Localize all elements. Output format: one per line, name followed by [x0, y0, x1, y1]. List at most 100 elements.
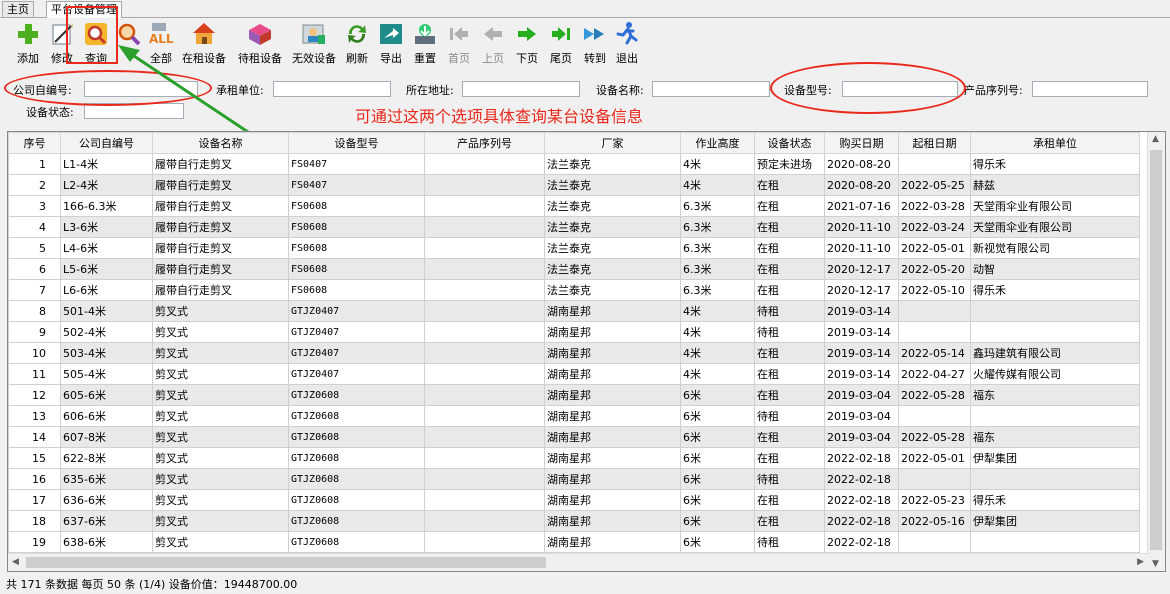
renter-input[interactable]	[273, 81, 391, 97]
table-cell: 2022-05-10	[898, 279, 971, 301]
table-row[interactable]: 6 L5-6米 履带自行走剪叉 FS0608 法兰泰克 6.3米 在租 2020-12-17 2…	[8, 258, 1140, 280]
column-header[interactable]: 序号	[8, 132, 61, 154]
goto-button[interactable]: 转到	[578, 19, 612, 65]
device-grid[interactable]: 序号 公司自编号 设备名称 设备型号 产品序列号 厂家 作业高度 设备状态 购买日期 起租日期 承租…	[7, 131, 1166, 572]
scroll-down-icon[interactable]: ▼	[1152, 559, 1159, 569]
column-header[interactable]: 作业高度	[680, 132, 755, 154]
table-cell: 剪叉式	[152, 489, 289, 511]
reset-button[interactable]: 重置	[408, 19, 442, 65]
column-header[interactable]: 厂家	[544, 132, 681, 154]
vertical-scroll-thumb[interactable]	[1150, 150, 1162, 550]
table-cell: 在租	[754, 447, 825, 469]
table-row[interactable]: 15 622-8米 剪叉式 GTJZ0608 湖南星邦 6米 在租 2022-02-18 202…	[8, 447, 1140, 469]
table-cell: 6.3米	[680, 279, 755, 301]
table-cell	[424, 447, 545, 469]
horizontal-scrollbar[interactable]: ◀ ▶	[8, 553, 1148, 571]
table-cell	[424, 195, 545, 217]
table-cell: 福东	[970, 426, 1140, 448]
table-cell: 5	[8, 237, 61, 259]
table-row[interactable]: 11 505-4米 剪叉式 GTJZ0407 湖南星邦 4米 在租 2019-03-14 202…	[8, 363, 1140, 385]
table-cell: 剪叉式	[152, 300, 289, 322]
column-header[interactable]: 承租单位	[970, 132, 1140, 154]
horizontal-scroll-thumb[interactable]	[26, 557, 546, 568]
table-row[interactable]: 3 166-6.3米 履带自行走剪叉 FS0608 法兰泰克 6.3米 在租 2021-07-…	[8, 195, 1140, 217]
table-cell: 法兰泰克	[544, 153, 681, 175]
table-cell: 在租	[754, 258, 825, 280]
column-header[interactable]: 设备名称	[152, 132, 289, 154]
table-cell: GTJZ0608	[288, 510, 425, 532]
vertical-scrollbar[interactable]: ▲ ▼	[1147, 132, 1165, 571]
table-cell	[424, 342, 545, 364]
table-cell	[424, 510, 545, 532]
invalid-devices-button[interactable]: 无效设备	[288, 19, 340, 65]
table-row[interactable]: 9 502-4米 剪叉式 GTJZ0407 湖南星邦 4米 待租 2019-03-14	[8, 321, 1140, 343]
device-name-input[interactable]	[652, 81, 770, 97]
table-cell: 鑫玛建筑有限公司	[970, 342, 1140, 364]
table-cell: 18	[8, 510, 61, 532]
table-row[interactable]: 4 L3-6米 履带自行走剪叉 FS0608 法兰泰克 6.3米 在租 2020-11-10 2…	[8, 216, 1140, 238]
table-row[interactable]: 14 607-8米 剪叉式 GTJZ0608 湖南星邦 6米 在租 2019-03-04 202…	[8, 426, 1140, 448]
table-cell: 履带自行走剪叉	[152, 258, 289, 280]
table-cell: 6米	[680, 447, 755, 469]
first-page-icon	[450, 27, 468, 41]
table-cell: GTJZ0407	[288, 363, 425, 385]
table-cell: FS0407	[288, 174, 425, 196]
table-cell: 剪叉式	[152, 321, 289, 343]
table-row[interactable]: 13 606-6米 剪叉式 GTJZ0608 湖南星邦 6米 待租 2019-03-04	[8, 405, 1140, 427]
refresh-button[interactable]: 刷新	[340, 19, 374, 65]
scroll-right-icon[interactable]: ▶	[1137, 557, 1144, 567]
column-header[interactable]: 购买日期	[824, 132, 899, 154]
add-button[interactable]: 添加	[10, 19, 46, 65]
table-cell: FS0608	[288, 258, 425, 280]
scroll-left-icon[interactable]: ◀	[12, 557, 19, 567]
exit-icon	[616, 22, 638, 45]
table-row[interactable]: 18 637-6米 剪叉式 GTJZ0608 湖南星邦 6米 在租 2022-02-18 202…	[8, 510, 1140, 532]
export-button[interactable]: 导出	[374, 19, 408, 65]
table-cell: 2022-04-27	[898, 363, 971, 385]
table-cell: 待租	[754, 300, 825, 322]
table-cell: 2022-05-01	[898, 237, 971, 259]
table-row[interactable]: 5 L4-6米 履带自行走剪叉 FS0608 法兰泰克 6.3米 在租 2020-11-10 2…	[8, 237, 1140, 259]
column-header[interactable]: 设备状态	[754, 132, 825, 154]
last-page-button[interactable]: 尾页	[544, 19, 578, 65]
column-header[interactable]: 产品序列号	[424, 132, 545, 154]
table-cell: L3-6米	[60, 216, 153, 238]
scroll-up-icon[interactable]: ▲	[1152, 134, 1159, 144]
column-header[interactable]: 起租日期	[898, 132, 971, 154]
table-cell	[898, 468, 971, 490]
table-cell	[424, 426, 545, 448]
table-cell: 4米	[680, 300, 755, 322]
table-cell: 7	[8, 279, 61, 301]
tab-home[interactable]: 主页	[2, 1, 34, 17]
table-cell: 501-4米	[60, 300, 153, 322]
table-row[interactable]: 7 L6-6米 履带自行走剪叉 FS0608 法兰泰克 6.3米 在租 2020-12-17 2…	[8, 279, 1140, 301]
table-cell: 法兰泰克	[544, 237, 681, 259]
table-cell: GTJZ0407	[288, 321, 425, 343]
first-page-button[interactable]: 首页	[442, 19, 476, 65]
table-cell: 赫兹	[970, 174, 1140, 196]
status-label: 设备状态:	[26, 106, 74, 119]
address-input[interactable]	[462, 81, 580, 97]
table-row[interactable]: 19 638-6米 剪叉式 GTJZ0608 湖南星邦 6米 待租 2022-02-18	[8, 531, 1140, 553]
column-header[interactable]: 公司自编号	[60, 132, 153, 154]
table-cell: 得乐禾	[970, 153, 1140, 175]
table-row[interactable]: 12 605-6米 剪叉式 GTJZ0608 湖南星邦 6米 在租 2019-03-04 202…	[8, 384, 1140, 406]
table-cell: 在租	[754, 174, 825, 196]
next-page-button[interactable]: 下页	[510, 19, 544, 65]
prev-page-button[interactable]: 上页	[476, 19, 510, 65]
table-cell: 6	[8, 258, 61, 280]
table-row[interactable]: 16 635-6米 剪叉式 GTJZ0608 湖南星邦 6米 待租 2022-02-18	[8, 468, 1140, 490]
table-cell: 6米	[680, 531, 755, 553]
serial-input[interactable]	[1032, 81, 1148, 97]
table-cell: 2019-03-14	[824, 300, 899, 322]
table-row[interactable]: 1 L1-4米 履带自行走剪叉 FS0407 法兰泰克 4米 预定未进场 2020-08-20…	[8, 153, 1140, 175]
table-cell: 在租	[754, 384, 825, 406]
table-row[interactable]: 17 636-6米 剪叉式 GTJZ0608 湖南星邦 6米 在租 2022-02-18 202…	[8, 489, 1140, 511]
table-row[interactable]: 10 503-4米 剪叉式 GTJZ0407 湖南星邦 4米 在租 2019-03-14 202…	[8, 342, 1140, 364]
table-cell: GTJZ0608	[288, 447, 425, 469]
exit-button[interactable]: 退出	[610, 19, 644, 65]
table-row[interactable]: 8 501-4米 剪叉式 GTJZ0407 湖南星邦 4米 待租 2019-03-14	[8, 300, 1140, 322]
table-cell: 待租	[754, 468, 825, 490]
column-header[interactable]: 设备型号	[288, 132, 425, 154]
table-row[interactable]: 2 L2-4米 履带自行走剪叉 FS0407 法兰泰克 4米 在租 2020-08-20 202…	[8, 174, 1140, 196]
